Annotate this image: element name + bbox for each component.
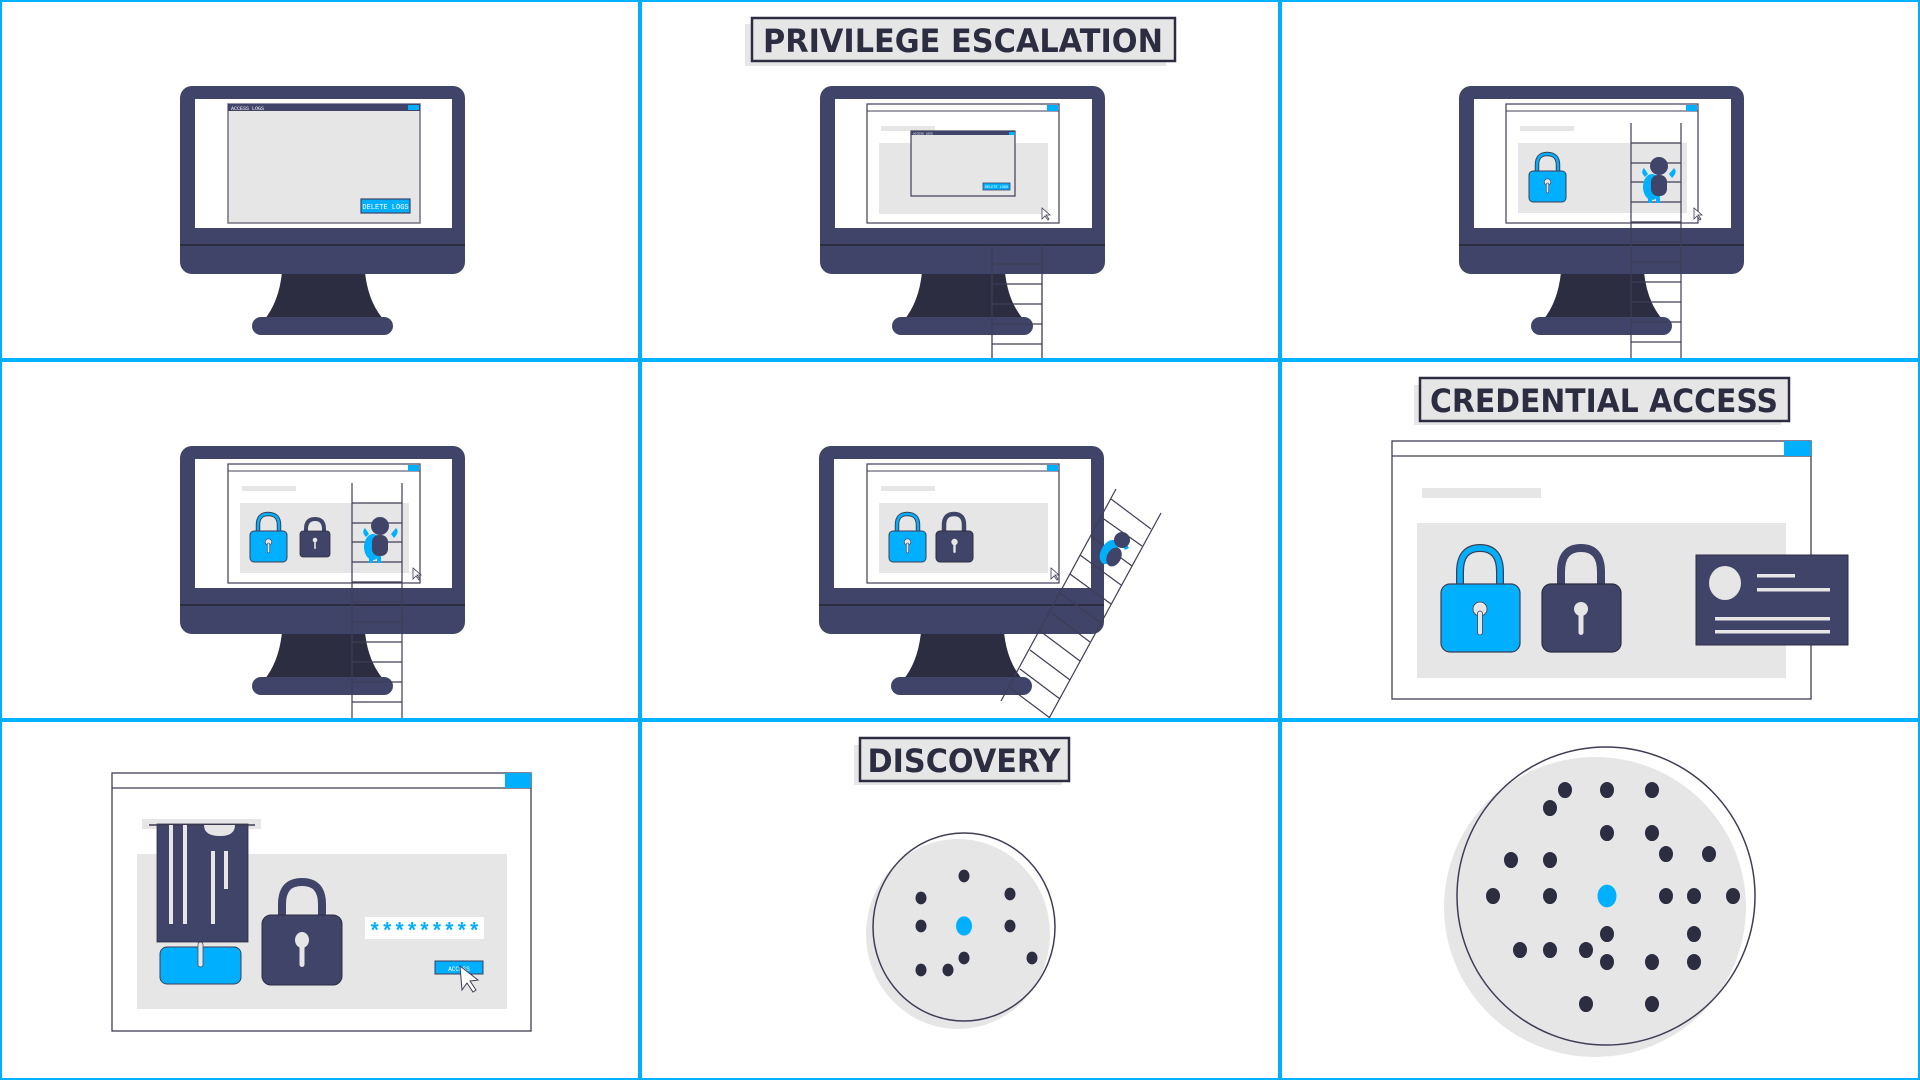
monitor-stand bbox=[1543, 272, 1663, 320]
panel-1-illustration: ACCESS LOGS DELETE LOGS bbox=[180, 86, 465, 335]
center-node-highlighted bbox=[956, 916, 972, 936]
panel-6-illustration: CREDENTIAL ACCESS bbox=[1391, 376, 1849, 700]
password-field[interactable]: ********* bbox=[365, 917, 484, 945]
delete-logs-label: DELETE LOGS bbox=[362, 204, 408, 212]
panel-1: ACCESS LOGS DELETE LOGS bbox=[0, 0, 640, 360]
network-node bbox=[1687, 953, 1701, 971]
delete-logs-label: DELETE LOGS bbox=[985, 186, 1008, 190]
window-close-button[interactable] bbox=[505, 773, 531, 788]
access-button[interactable]: ACCESS bbox=[434, 960, 484, 975]
window-close-button[interactable] bbox=[408, 105, 419, 110]
panel-9-illustration bbox=[1444, 746, 1756, 1057]
access-logs-window: ACCESS LOGS DELETE LOGS bbox=[227, 103, 421, 224]
network-node bbox=[1504, 851, 1518, 869]
monitor-stand bbox=[264, 632, 384, 680]
monitor-stand bbox=[904, 272, 1024, 320]
panel-title: CREDENTIAL ACCESS bbox=[1430, 382, 1778, 420]
network-node bbox=[1558, 781, 1572, 799]
text-placeholder bbox=[881, 486, 935, 491]
network-node bbox=[958, 951, 970, 965]
panel-4-illustration bbox=[180, 446, 465, 718]
network-node bbox=[915, 919, 927, 933]
network-node bbox=[958, 869, 970, 883]
title-banner: CREDENTIAL ACCESS bbox=[1414, 376, 1791, 425]
network-node bbox=[1543, 799, 1557, 817]
panel-4 bbox=[0, 360, 640, 720]
network-node bbox=[1004, 919, 1016, 933]
panel-7-illustration: ********* ACCESS bbox=[111, 772, 532, 1032]
network-node bbox=[1600, 824, 1614, 842]
network-node bbox=[1645, 953, 1659, 971]
network-node bbox=[1726, 887, 1740, 905]
monitor-base bbox=[252, 317, 393, 335]
monitor-base bbox=[1531, 317, 1672, 335]
panel-3-illustration bbox=[1459, 86, 1744, 358]
network-node bbox=[942, 963, 954, 977]
center-node-highlighted bbox=[1597, 884, 1617, 908]
text-placeholder bbox=[242, 486, 296, 491]
panel-8-illustration: DISCOVERY bbox=[854, 736, 1071, 1029]
network-node bbox=[1579, 995, 1593, 1013]
window-close-button[interactable] bbox=[1784, 441, 1811, 456]
popup-title: ACCESS LOGS bbox=[913, 133, 933, 136]
text-placeholder bbox=[881, 126, 935, 131]
panel-8: DISCOVERY bbox=[640, 720, 1280, 1080]
network-node bbox=[1543, 887, 1557, 905]
network-node bbox=[1026, 951, 1038, 965]
panel-7: ********* ACCESS bbox=[0, 720, 640, 1080]
title-banner: DISCOVERY bbox=[854, 736, 1071, 785]
popup-close-button[interactable] bbox=[1009, 132, 1015, 135]
monitor-stand bbox=[264, 272, 384, 320]
panel-2: PRIVILEGE ESCALATION ACCESS LOGS DELETE … bbox=[640, 0, 1280, 360]
password-mask: ********* bbox=[369, 920, 481, 945]
title-banner: PRIVILEGE ESCALATION bbox=[745, 16, 1177, 66]
window-close-button[interactable] bbox=[1047, 465, 1058, 471]
access-logs-popup: ACCESS LOGS DELETE LOGS bbox=[910, 130, 1016, 197]
network-node bbox=[1513, 941, 1527, 959]
network-node bbox=[1600, 925, 1614, 943]
network-node bbox=[1486, 887, 1500, 905]
network-node bbox=[1687, 887, 1701, 905]
text-placeholder bbox=[1520, 126, 1574, 131]
panel-title: PRIVILEGE ESCALATION bbox=[763, 22, 1163, 60]
network-node bbox=[1659, 845, 1673, 863]
network-node bbox=[1600, 953, 1614, 971]
text-placeholder bbox=[1422, 488, 1541, 498]
network-node bbox=[1600, 781, 1614, 799]
network-node bbox=[1645, 995, 1659, 1013]
window-close-button[interactable] bbox=[1047, 105, 1058, 111]
panel-6: CREDENTIAL ACCESS bbox=[1280, 360, 1920, 720]
network-node bbox=[915, 891, 927, 905]
panel-9 bbox=[1280, 720, 1920, 1080]
storyboard-grid: ACCESS LOGS DELETE LOGS PRIVILEGE ESCALA… bbox=[0, 0, 1920, 1080]
network-node bbox=[1645, 824, 1659, 842]
network-node bbox=[1687, 925, 1701, 943]
panel-5 bbox=[640, 360, 1280, 720]
id-card-icon bbox=[1695, 554, 1849, 646]
monitor-base bbox=[891, 677, 1032, 695]
network-node bbox=[1645, 781, 1659, 799]
monitor-stand bbox=[903, 632, 1023, 680]
panel-title: DISCOVERY bbox=[868, 742, 1062, 780]
network-node bbox=[1702, 845, 1716, 863]
network-node bbox=[1543, 941, 1557, 959]
network-node bbox=[1004, 887, 1016, 901]
window-title: ACCESS LOGS bbox=[231, 106, 264, 112]
monitor-base bbox=[892, 317, 1033, 335]
network-node bbox=[1579, 941, 1593, 959]
panel-5-illustration bbox=[819, 446, 1162, 718]
network-node bbox=[915, 963, 927, 977]
window-close-button[interactable] bbox=[408, 465, 419, 471]
panel-2-illustration: PRIVILEGE ESCALATION ACCESS LOGS DELETE … bbox=[745, 16, 1177, 358]
window-close-button[interactable] bbox=[1686, 105, 1697, 111]
network-node bbox=[1543, 851, 1557, 869]
panel-3 bbox=[1280, 0, 1920, 360]
card-reader-icon bbox=[149, 823, 255, 985]
network-node bbox=[1659, 887, 1673, 905]
monitor-base bbox=[252, 677, 393, 695]
